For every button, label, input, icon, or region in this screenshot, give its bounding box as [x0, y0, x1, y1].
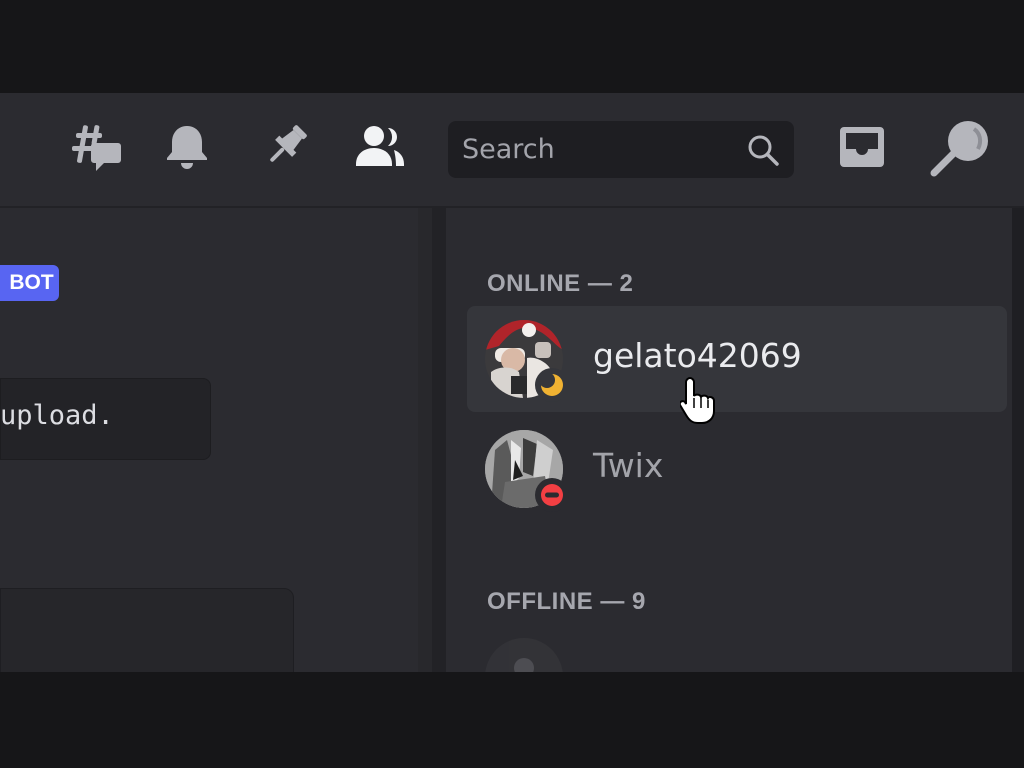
member-name: gelato42069	[593, 336, 802, 375]
offline-section-header: OFFLINE — 9	[487, 588, 646, 615]
member-item-twix[interactable]: Twix	[467, 416, 1007, 522]
letterbox-bottom	[0, 672, 1024, 768]
bot-badge: BOT	[0, 265, 59, 301]
member-name: Twix	[593, 446, 664, 485]
member-list-scrollbar[interactable]	[1012, 208, 1024, 672]
avatar	[485, 638, 563, 672]
member-item-offline[interactable]	[467, 624, 1007, 672]
message-embed	[0, 588, 294, 678]
threads-icon[interactable]	[66, 119, 122, 175]
search-icon[interactable]	[746, 133, 780, 171]
hand-cursor-icon	[678, 376, 716, 428]
app-window: BOT upload. ONLINE — 2	[0, 0, 1024, 768]
dnd-status-icon	[535, 478, 569, 512]
help-icon[interactable]	[928, 115, 992, 179]
inbox-icon[interactable]	[834, 119, 890, 175]
pin-icon[interactable]	[257, 119, 313, 175]
chat-scrollbar[interactable]	[418, 208, 432, 672]
channel-header	[0, 93, 1024, 208]
search-input[interactable]	[448, 133, 734, 166]
idle-status-icon	[535, 368, 569, 402]
panel-divider	[432, 208, 446, 672]
code-text: upload.	[0, 400, 114, 431]
search-box[interactable]	[448, 121, 794, 178]
members-icon[interactable]	[352, 119, 408, 175]
bell-icon[interactable]	[159, 119, 215, 175]
member-item-gelato42069[interactable]: gelato42069	[467, 306, 1007, 412]
online-section-header: ONLINE — 2	[487, 270, 634, 297]
letterbox-top	[0, 0, 1024, 93]
